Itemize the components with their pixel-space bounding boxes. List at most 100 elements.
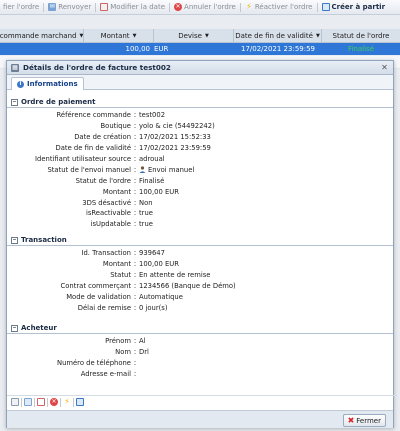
detail-value: test002 bbox=[139, 111, 165, 119]
detail-label: Délai de remise bbox=[77, 303, 131, 312]
separator: : bbox=[133, 293, 137, 301]
edit-icon[interactable] bbox=[11, 398, 19, 406]
column-amount[interactable]: Montant ▼ bbox=[84, 29, 154, 42]
separator: : bbox=[133, 111, 137, 120]
detail-value: 17/02/2021 23:59:59 bbox=[139, 144, 211, 152]
detail-value: Drl bbox=[139, 348, 149, 356]
detail-label: Statut bbox=[110, 271, 131, 280]
separator: : bbox=[133, 176, 137, 185]
column-label: Montant bbox=[100, 31, 130, 40]
modify-date-label: Modifier la date bbox=[110, 3, 166, 11]
toolbar-divider bbox=[316, 2, 318, 12]
detail-row: Mode de validation: Automatique bbox=[7, 292, 393, 303]
detail-row: Date de création:17/02/2021 15:52:33 bbox=[7, 132, 393, 143]
section-header[interactable]: − Transaction bbox=[7, 235, 393, 246]
detail-row: Référence commande: test002 bbox=[7, 110, 393, 121]
detail-label: Contrat commerçant bbox=[60, 282, 131, 291]
close-icon[interactable]: ✕ bbox=[380, 63, 389, 72]
toolbar-divider bbox=[95, 2, 97, 12]
detail-label: Prénom bbox=[105, 337, 131, 346]
separator: : bbox=[133, 198, 137, 207]
toolbar-divider bbox=[60, 397, 61, 407]
separator: : bbox=[133, 144, 137, 153]
chevron-down-icon: ▼ bbox=[79, 32, 84, 39]
main-toolbar: fier l'ordre ✉ Renvoyer Modifier la date… bbox=[0, 0, 400, 15]
chevron-down-icon: ▼ bbox=[315, 32, 320, 39]
detail-value-text: true bbox=[139, 209, 153, 218]
detail-row: Adresse e-mail: bbox=[7, 369, 393, 380]
detail-value-text: true bbox=[139, 220, 153, 229]
detail-label: Numéro de téléphone bbox=[56, 359, 131, 368]
detail-row: Contrat commerçant:1234566 (Banque de Dé… bbox=[7, 281, 393, 292]
cancel-order-button[interactable]: ✕ Annuler l'ordre bbox=[171, 3, 239, 11]
close-button[interactable]: ✖ Fermer bbox=[342, 414, 386, 427]
detail-value: true bbox=[139, 209, 153, 217]
modify-order-button[interactable]: fier l'ordre bbox=[0, 3, 42, 11]
calendar-icon[interactable] bbox=[37, 398, 45, 406]
column-label: Statut de l'ordre bbox=[332, 31, 390, 40]
column-validity-end[interactable]: Date de fin de validité ▼ bbox=[234, 29, 322, 42]
user-send-icon bbox=[139, 166, 146, 174]
collapse-icon[interactable]: − bbox=[11, 236, 18, 244]
column-label: Devise bbox=[178, 31, 202, 40]
section-header[interactable]: − Ordre de paiement bbox=[7, 97, 393, 108]
modify-date-button[interactable]: Modifier la date bbox=[97, 3, 168, 11]
detail-row: Prénom: Al bbox=[7, 336, 393, 347]
separator: : bbox=[133, 249, 137, 258]
detail-value: 0 jour(s) bbox=[139, 304, 167, 312]
detail-row: isUpdatable: true bbox=[7, 219, 393, 230]
column-order-status[interactable]: Statut de l'ordre bbox=[322, 29, 400, 42]
toolbar-divider bbox=[73, 397, 74, 407]
lightning-icon[interactable]: ⚡ bbox=[63, 398, 71, 406]
detail-value-text: yolo & cie (54492242) bbox=[139, 122, 215, 131]
resend-button[interactable]: ✉ Renvoyer bbox=[45, 3, 94, 11]
detail-value-text: Automatique bbox=[139, 293, 183, 301]
detail-value-text: Envoi manuel bbox=[148, 165, 195, 174]
detail-label: Date de création bbox=[74, 133, 131, 142]
detail-value-text: En attente de remise bbox=[139, 271, 211, 280]
reactivate-order-button[interactable]: ⚡ Réactiver l'ordre bbox=[242, 2, 316, 12]
detail-value-text: 100,00 EUR bbox=[139, 260, 179, 269]
detail-value-text: 17/02/2021 23:59:59 bbox=[139, 144, 211, 153]
toolbar-divider bbox=[43, 2, 45, 12]
detail-value-text: test002 bbox=[139, 111, 166, 120]
payment-rows: Référence commande: test002 Boutique: yolo … bbox=[7, 108, 393, 230]
detail-label: Nom bbox=[115, 348, 131, 357]
collapse-icon[interactable]: − bbox=[11, 98, 18, 106]
copy-icon[interactable] bbox=[76, 398, 84, 406]
detail-label: Adresse e-mail bbox=[80, 370, 131, 379]
cancel-order-label: Annuler l'ordre bbox=[184, 3, 236, 11]
cell-currency: EUR bbox=[154, 45, 169, 53]
detail-row: Montant:100,00 EUR bbox=[7, 186, 393, 197]
detail-value: Finalisé bbox=[139, 177, 164, 185]
table-row-selected[interactable]: 100,00 EUR 17/02/2021 23:59:59 Finalisé bbox=[0, 43, 400, 55]
section-transaction: − Transaction Id. Transaction:939647 Mont… bbox=[7, 235, 393, 313]
detail-row: Nom: Drl bbox=[7, 347, 393, 358]
column-currency[interactable]: Devise ▼ bbox=[154, 29, 234, 42]
column-label: commande marchand bbox=[0, 31, 77, 40]
cancel-icon: ✕ bbox=[174, 3, 183, 11]
separator: : bbox=[133, 359, 137, 368]
detail-label: Mode de validation bbox=[66, 293, 131, 301]
separator: : bbox=[133, 348, 137, 357]
section-header[interactable]: − Acheteur bbox=[7, 323, 393, 334]
detail-value: Al bbox=[139, 337, 146, 345]
create-from-button[interactable]: Créer à partir bbox=[319, 3, 389, 11]
detail-label: Boutique bbox=[100, 122, 132, 131]
resend-icon[interactable] bbox=[24, 398, 32, 406]
collapse-icon[interactable]: − bbox=[11, 324, 18, 332]
dialog-titlebar: ▦ Détails de l'ordre de facture test002 … bbox=[7, 61, 393, 75]
detail-row: Boutique: yolo & cie (54492242) bbox=[7, 121, 393, 132]
column-merchant-order[interactable]: commande marchand ▼ bbox=[0, 29, 84, 42]
detail-value: En attente de remise bbox=[139, 271, 210, 279]
cancel-icon[interactable]: ✕ bbox=[50, 398, 58, 406]
transaction-rows: Id. Transaction:939647 Montant:100,00 EUR… bbox=[7, 246, 393, 313]
detail-label: isUpdatable bbox=[90, 220, 131, 229]
detail-value: 100,00 EUR bbox=[139, 188, 179, 196]
detail-value: yolo & cie (54492242) bbox=[139, 122, 215, 130]
detail-value-text: Non bbox=[139, 198, 153, 207]
lightning-icon: ⚡ bbox=[246, 2, 252, 11]
create-from-label: Créer à partir bbox=[331, 3, 386, 11]
detail-row: Délai de remise:0 jour(s) bbox=[7, 302, 393, 313]
detail-value-text: Al bbox=[139, 337, 146, 346]
